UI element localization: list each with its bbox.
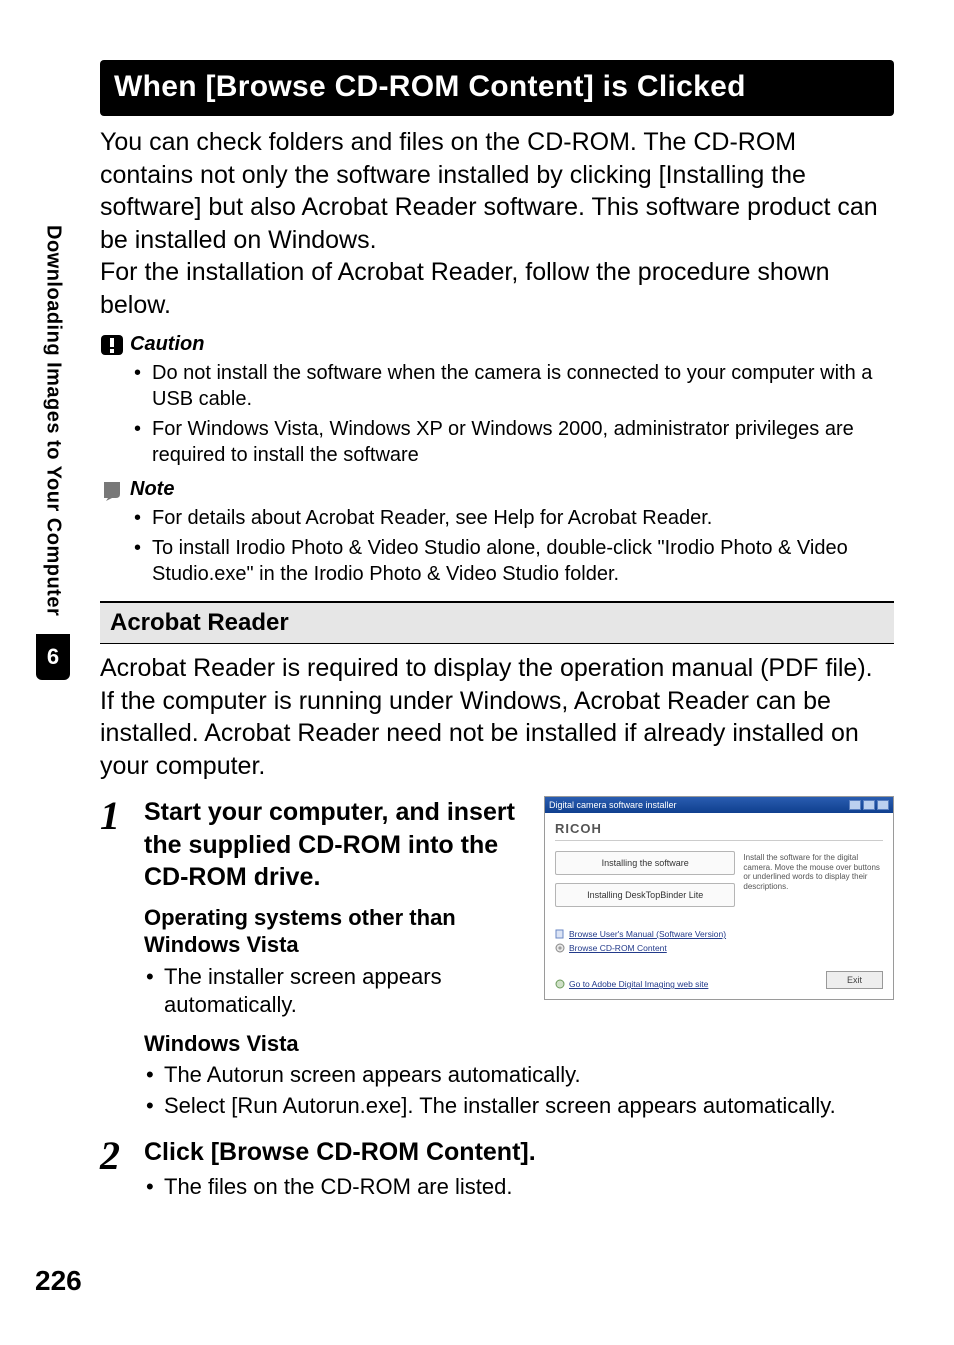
exit-button[interactable]: Exit (826, 971, 883, 989)
list-item: The files on the CD-ROM are listed. (164, 1173, 894, 1202)
step-2: 2 Click [Browse CD-ROM Content]. The fil… (100, 1136, 894, 1207)
installer-info: Install the software for the digital cam… (743, 851, 883, 953)
step-subheading: Windows Vista (144, 1030, 528, 1058)
step-bullet-list: The Autorun screen appears automatically… (144, 1061, 894, 1120)
browse-cdrom-link[interactable]: Browse CD-ROM Content (555, 943, 735, 953)
installer-brand: RICOH (555, 819, 883, 841)
note-list: For details about Acrobat Reader, see He… (100, 505, 894, 587)
caution-rule: ----------------------------------------… (210, 344, 894, 345)
side-tab-label: Downloading Images to Your Computer (42, 225, 65, 616)
step-1: 1 Start your computer, and insert the su… (100, 796, 894, 1126)
caution-list: Do not install the software when the cam… (100, 360, 894, 468)
installer-title: Digital camera software installer (549, 800, 677, 810)
disc-icon (555, 943, 565, 953)
install-desktopbinder-button[interactable]: Installing DeskTopBinder Lite (555, 883, 735, 907)
intro-paragraph: You can check folders and files on the C… (100, 126, 894, 321)
document-icon (555, 929, 565, 939)
chapter-badge: 6 (36, 634, 70, 680)
maximize-icon[interactable] (863, 800, 875, 810)
installer-titlebar: Digital camera software installer (545, 797, 893, 813)
section-banner: When [Browse CD-ROM Content] is Clicked (100, 60, 894, 116)
note-title: Note (130, 478, 174, 501)
step-title: Click [Browse CD-ROM Content]. (144, 1136, 894, 1169)
list-item: The installer screen appears automatical… (164, 963, 528, 1020)
link-text: Go to Adobe Digital Imaging web site (569, 979, 708, 989)
step-title: Start your computer, and insert the supp… (144, 796, 528, 894)
minimize-icon[interactable] (849, 800, 861, 810)
list-item: For details about Acrobat Reader, see He… (152, 505, 894, 531)
installer-window: Digital camera software installer RICOH (544, 796, 894, 1000)
step-bullet-list: The installer screen appears automatical… (144, 963, 528, 1020)
list-item: Do not install the software when the cam… (152, 360, 894, 412)
list-item: To install Irodio Photo & Video Studio a… (152, 535, 894, 587)
list-item: For Windows Vista, Windows XP or Windows… (152, 416, 894, 468)
note-icon (100, 479, 124, 501)
install-software-button[interactable]: Installing the software (555, 851, 735, 875)
step-number: 2 (100, 1136, 130, 1176)
adobe-site-link[interactable]: Go to Adobe Digital Imaging web site (555, 979, 708, 989)
browse-manual-link[interactable]: Browse User's Manual (Software Version) (555, 929, 735, 939)
link-text: Browse CD-ROM Content (569, 943, 667, 953)
list-item: Select [Run Autorun.exe]. The installer … (164, 1092, 894, 1121)
window-controls (849, 800, 889, 810)
caution-header: Caution --------------------------------… (100, 333, 894, 356)
step-number: 1 (100, 796, 130, 836)
page-number: 226 (35, 1265, 82, 1297)
note-header: Note -----------------------------------… (100, 478, 894, 501)
link-text: Browse User's Manual (Software Version) (569, 929, 726, 939)
acrobat-heading: Acrobat Reader (100, 601, 894, 644)
caution-icon (100, 334, 124, 356)
globe-icon (555, 979, 565, 989)
caution-title: Caution (130, 333, 204, 356)
acrobat-body: Acrobat Reader is required to display th… (100, 652, 894, 782)
step-subheading: Operating systems other than Windows Vis… (144, 904, 528, 959)
step-bullet-list: The files on the CD-ROM are listed. (144, 1173, 894, 1202)
close-icon[interactable] (877, 800, 889, 810)
note-rule: ----------------------------------------… (180, 489, 894, 490)
side-tab: Downloading Images to Your Computer 6 (38, 225, 68, 680)
list-item: The Autorun screen appears automatically… (164, 1061, 894, 1090)
